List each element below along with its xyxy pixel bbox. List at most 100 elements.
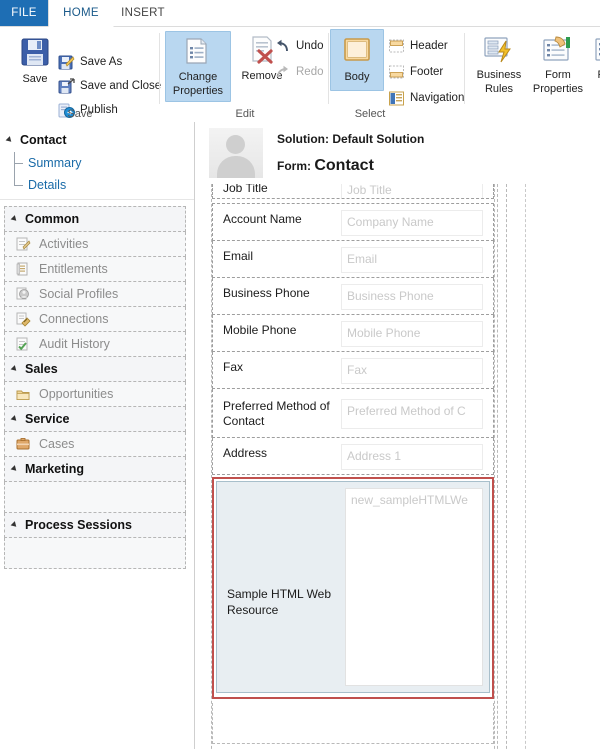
cases-icon [15, 436, 31, 452]
nav-link-details[interactable]: Details [0, 174, 194, 196]
ribbon-group-select-label: Select [354, 108, 386, 120]
form-field-mobile-phone[interactable]: Mobile Phone Mobile Phone [212, 315, 494, 352]
sidebar-item-opportunities[interactable]: Opportunities [4, 382, 186, 407]
save-button[interactable]: Save [8, 35, 62, 86]
business-rules-button[interactable]: Business Rules [470, 35, 528, 95]
header-section-icon [388, 38, 405, 63]
ribbon-group-upper: Business Rules Form Properties [470, 27, 600, 122]
form-field-business-phone[interactable]: Business Phone Business Phone [212, 278, 494, 315]
form-field-preferred-method[interactable]: Preferred Method of Contact Preferred Me… [212, 389, 494, 438]
sidebar-item-activities[interactable]: Activities [4, 232, 186, 257]
footer-label: Footer [410, 66, 444, 78]
selected-control-inner: Sample HTML Web Resource new_sampleHTMLW… [216, 481, 490, 693]
tab-insert[interactable]: INSERT [112, 0, 174, 26]
floppy-disk-icon [8, 35, 62, 72]
form-header: Solution: Default Solution Form: Contact [195, 122, 600, 184]
nav-group-process-sessions-empty[interactable] [4, 538, 186, 569]
navigator-divider [0, 199, 194, 200]
form-field-business-phone-input[interactable]: Business Phone [341, 284, 483, 310]
sidebar-item-social-profiles[interactable]: Social Profiles [4, 282, 186, 307]
form-properties-label-1: Form [545, 69, 571, 81]
form-field-job-title[interactable]: Job Title Job Title [212, 184, 494, 199]
body-button[interactable]: Body [330, 29, 384, 91]
form-field-preferred-method-label: Preferred Method of Contact [223, 399, 330, 428]
nav-group-process-sessions: Process Sessions [4, 513, 186, 569]
change-properties-icon [166, 35, 230, 70]
nav-group-marketing-empty[interactable] [4, 482, 186, 513]
tab-file[interactable]: FILE [0, 0, 48, 26]
form-empty-section[interactable] [212, 703, 494, 744]
expanded-arrow-icon [10, 215, 19, 223]
tab-home[interactable]: HOME [48, 0, 114, 27]
navigator-root-section: Contact Summary Details [0, 122, 194, 200]
tab-column-edge [525, 184, 526, 749]
save-as-label: Save As [80, 56, 123, 68]
form-properties-button[interactable]: Form Properties [526, 35, 590, 95]
nav-link-summary[interactable]: Summary [0, 152, 194, 174]
form-field-account-name-placeholder: Company Name [347, 215, 434, 229]
sidebar-item-social-profiles-label: Social Profiles [39, 287, 119, 301]
form-field-job-title-input[interactable]: Job Title [341, 184, 483, 198]
preview-label: Pre [586, 69, 600, 82]
save-and-close-label: Save and Close [80, 80, 162, 92]
ribbon-group-save: Save Save As Save and Close Publish Save [0, 27, 162, 122]
sidebar-item-entitlements[interactable]: Entitlements [4, 257, 186, 282]
form-field-fax-input[interactable]: Fax [341, 358, 483, 384]
preview-button[interactable]: Pre [586, 35, 600, 82]
nav-group-service-header[interactable]: Service [4, 407, 186, 432]
nav-group-process-sessions-header[interactable]: Process Sessions [4, 513, 186, 538]
group-separator [159, 33, 160, 104]
form-field-sample-html-web-resource-input[interactable]: new_sampleHTMLWe [345, 488, 483, 686]
form-name-label: Contact [314, 157, 374, 174]
nav-group-sales-header[interactable]: Sales [4, 357, 186, 382]
undo-arrow-icon [274, 38, 291, 63]
group-separator [464, 33, 465, 104]
form-field-preferred-method-input[interactable]: Preferred Method of C [341, 399, 483, 429]
activities-icon [15, 236, 31, 252]
form-properties-label-2: Properties [532, 82, 584, 95]
expanded-arrow-icon [10, 365, 19, 373]
form-field-email-input[interactable]: Email [341, 247, 483, 273]
opportunities-icon [15, 386, 31, 402]
form-field-fax-label: Fax [223, 360, 244, 374]
form-prefix-label: Form: [277, 159, 311, 173]
redo-arrow-icon [274, 64, 291, 89]
form-field-account-name-input[interactable]: Company Name [341, 210, 483, 236]
business-rules-label-2: Rules [484, 82, 514, 95]
form-field-job-title-placeholder: Job Title [347, 184, 392, 197]
tab-column-gap [497, 184, 507, 749]
preview-icon [586, 35, 600, 68]
nav-group-common-header[interactable]: Common [4, 206, 186, 232]
form-field-fax[interactable]: Fax Fax [212, 352, 494, 389]
header-label: Header [410, 40, 448, 52]
form-field-mobile-phone-input[interactable]: Mobile Phone [341, 321, 483, 347]
nav-group-marketing-header[interactable]: Marketing [4, 457, 186, 482]
footer-section-icon [388, 64, 405, 89]
sidebar-item-audit-history[interactable]: Audit History [4, 332, 186, 357]
sidebar-item-cases[interactable]: Cases [4, 432, 186, 457]
form-field-email-label: Email [223, 249, 254, 263]
nav-root-contact[interactable]: Contact [0, 128, 194, 152]
business-rules-label-1: Business [476, 69, 522, 81]
form-field-address[interactable]: Address Address 1 [212, 438, 494, 475]
change-properties-button[interactable]: Change Properties [165, 31, 231, 102]
form-field-email[interactable]: Email Email [212, 241, 494, 278]
save-button-label: Save [22, 73, 48, 85]
form-navigator-pane: Contact Summary Details Common Activitie… [0, 122, 195, 749]
form-field-account-name[interactable]: Account Name Company Name [212, 203, 494, 241]
form-canvas-pane: Solution: Default Solution Form: Contact… [195, 122, 600, 749]
form-field-address-input[interactable]: Address 1 [341, 444, 483, 470]
sidebar-item-opportunities-label: Opportunities [39, 387, 114, 401]
sidebar-item-cases-label: Cases [39, 437, 75, 451]
redo-label: Redo [296, 66, 324, 78]
nav-group-service: Service Cases [4, 407, 186, 457]
business-rules-icon [470, 35, 528, 68]
sidebar-item-connections[interactable]: Connections [4, 307, 186, 332]
change-properties-label-1: Change [178, 71, 218, 83]
ribbon-group-select: Undo Redo Body Header Footer Navigation … [270, 27, 465, 122]
body-label: Body [344, 71, 370, 83]
contact-avatar-icon [209, 128, 263, 178]
tree-branch-icon [14, 174, 23, 186]
form-field-sample-html-web-resource[interactable]: Sample HTML Web Resource new_sampleHTMLW… [212, 477, 494, 699]
nav-group-common-label: Common [25, 212, 80, 226]
